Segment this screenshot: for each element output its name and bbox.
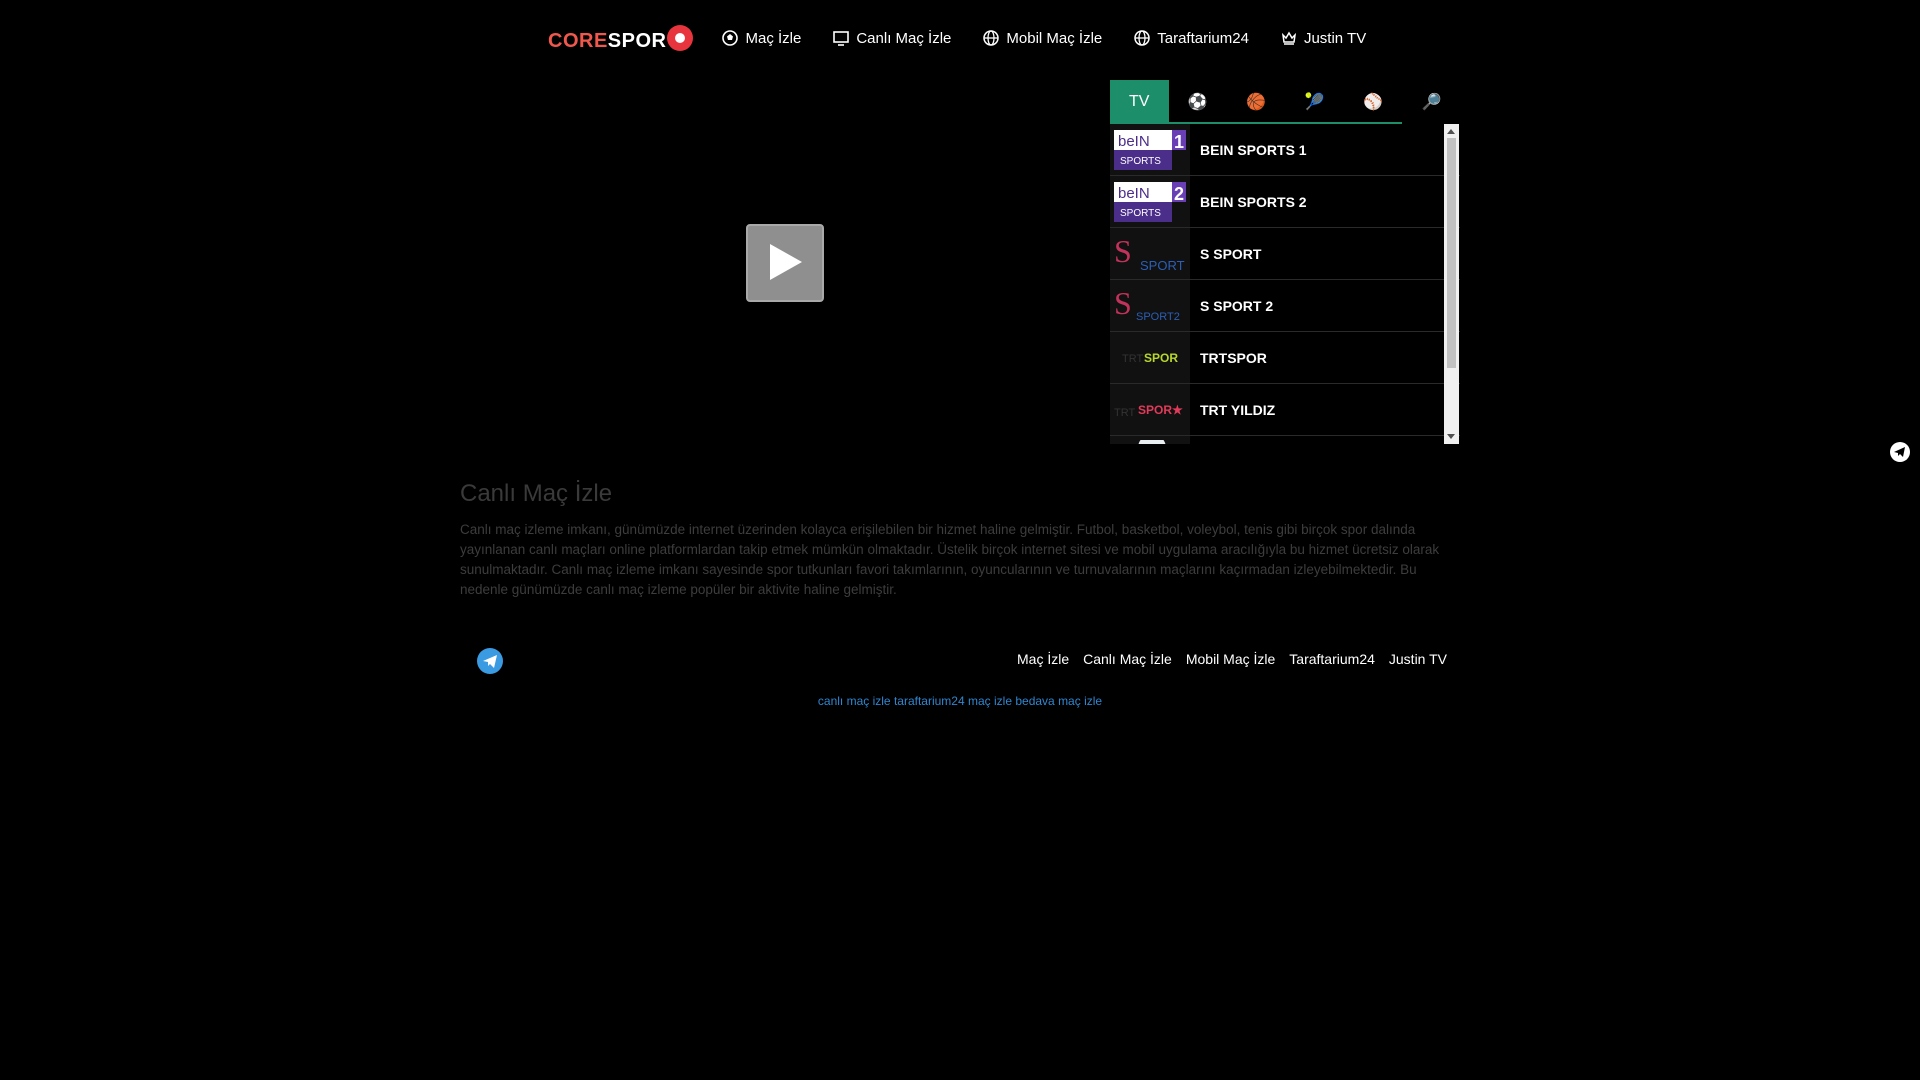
monitor-icon xyxy=(832,29,850,47)
scroll-thumb[interactable] xyxy=(1447,138,1456,368)
channel-row-partial[interactable] xyxy=(1110,436,1460,444)
channel-tabs: TV ⚽ 🏀 🎾 ⚾ 🔎 xyxy=(1110,80,1461,124)
bein-sports-1-logo: beIN SPORTS 1 xyxy=(1110,124,1190,175)
top-nav: CORE SPOR Maç İzle Canlı Maç İzle Mobil … xyxy=(548,18,1397,58)
channel-row[interactable]: beIN SPORTS 1 BEIN SPORTS 1 xyxy=(1110,124,1460,176)
svg-text:S: S xyxy=(1114,233,1132,269)
svg-text:SPORTS: SPORTS xyxy=(1120,156,1161,167)
tennis-icon[interactable]: 🎾 xyxy=(1286,80,1345,124)
tag-link[interactable]: maç izle xyxy=(968,694,1012,708)
svg-text:1: 1 xyxy=(1174,132,1184,152)
bein-sports-2-logo: beIN SPORTS 2 xyxy=(1110,176,1190,227)
tab-tv[interactable]: TV xyxy=(1110,80,1169,124)
nav-taraftarium24[interactable]: Taraftarium24 xyxy=(1133,29,1249,47)
channel-list-scrollbar[interactable] xyxy=(1444,124,1459,444)
svg-text:SPORT2: SPORT2 xyxy=(1136,311,1180,323)
nav-mobil-mac-izle[interactable]: Mobil Maç İzle xyxy=(982,29,1102,47)
footer-link-canli-mac-izle[interactable]: Canlı Maç İzle xyxy=(1083,651,1172,667)
nav-justin-tv[interactable]: Justin TV xyxy=(1280,29,1366,47)
channel-row[interactable]: TRT SPOR★ TRT YILDIZ xyxy=(1110,384,1460,436)
footer-links: Maç İzle Canlı Maç İzle Mobil Maç İzle T… xyxy=(1017,651,1447,667)
tag-link[interactable]: canlı maç izle xyxy=(818,694,891,708)
telegram-icon[interactable] xyxy=(477,648,503,674)
svg-text:SPOR: SPOR xyxy=(1144,351,1178,365)
svg-text:SPORT: SPORT xyxy=(1140,258,1185,273)
channel-logo xyxy=(1110,436,1190,444)
football-icon[interactable]: ⚽ xyxy=(1169,80,1228,124)
nav-mac-izle[interactable]: Maç İzle xyxy=(721,29,801,47)
site-logo[interactable]: CORE SPOR xyxy=(548,25,694,53)
article-body: Canlı maç izleme imkanı, günümüzde inter… xyxy=(460,522,1440,597)
article: Canlı Maç İzle Canlı maç izleme imkanı, … xyxy=(460,480,1460,600)
search-icon[interactable]: 🔎 xyxy=(1403,80,1462,124)
channel-row[interactable]: beIN SPORTS 2 BEIN SPORTS 2 xyxy=(1110,176,1460,228)
svg-text:S: S xyxy=(1114,285,1132,321)
channel-row[interactable]: S SPORT S SPORT xyxy=(1110,228,1460,280)
soccer-ball-logo-icon xyxy=(667,25,694,51)
tag-link[interactable]: bedava maç izle xyxy=(1015,694,1102,708)
trt-spor-logo: TRT SPOR xyxy=(1110,332,1190,383)
trt-spor-yildiz-logo: TRT SPOR★ xyxy=(1110,384,1190,435)
svg-text:2: 2 xyxy=(1174,184,1184,204)
channel-row[interactable]: TRT SPOR TRTSPOR xyxy=(1110,332,1460,384)
footer-link-mac-izle[interactable]: Maç İzle xyxy=(1017,651,1069,667)
footer-tags: canlı maç izle taraftarium24 maç izle be… xyxy=(0,694,1920,708)
channel-row[interactable]: S SPORT2 S SPORT 2 xyxy=(1110,280,1460,332)
play-button[interactable] xyxy=(746,224,824,302)
footer-link-taraftarium24[interactable]: Taraftarium24 xyxy=(1289,651,1375,667)
scroll-down-arrow-icon[interactable] xyxy=(1447,434,1455,439)
globe-icon xyxy=(1133,29,1151,47)
channel-list: beIN SPORTS 1 BEIN SPORTS 1 beIN SPORTS 2 BE… xyxy=(1110,124,1460,444)
s-sport-2-logo: S SPORT2 xyxy=(1110,280,1190,331)
svg-text:SPOR★: SPOR★ xyxy=(1138,403,1183,417)
video-player[interactable] xyxy=(460,80,1110,445)
svg-text:beIN: beIN xyxy=(1118,185,1150,202)
play-icon xyxy=(770,244,802,280)
telegram-icon[interactable] xyxy=(1890,442,1910,462)
basketball-icon[interactable]: 🏀 xyxy=(1227,80,1286,124)
crown-icon xyxy=(1280,29,1298,47)
globe-icon xyxy=(982,29,1000,47)
svg-text:TRT: TRT xyxy=(1122,353,1143,365)
svg-text:beIN: beIN xyxy=(1118,133,1150,150)
svg-text:SPORTS: SPORTS xyxy=(1120,208,1161,219)
s-sport-logo: S SPORT xyxy=(1110,228,1190,279)
scroll-up-arrow-icon[interactable] xyxy=(1447,129,1455,134)
svg-text:TRT: TRT xyxy=(1114,407,1135,419)
tag-link[interactable]: taraftarium24 xyxy=(894,694,965,708)
footer-link-justin-tv[interactable]: Justin TV xyxy=(1389,651,1447,667)
nav-canli-mac-izle[interactable]: Canlı Maç İzle xyxy=(832,29,951,47)
baseball-icon[interactable]: ⚾ xyxy=(1344,80,1403,124)
article-title: Canlı Maç İzle xyxy=(460,480,613,507)
soccer-ball-icon xyxy=(721,29,739,47)
footer-link-mobil-mac-izle[interactable]: Mobil Maç İzle xyxy=(1186,651,1275,667)
